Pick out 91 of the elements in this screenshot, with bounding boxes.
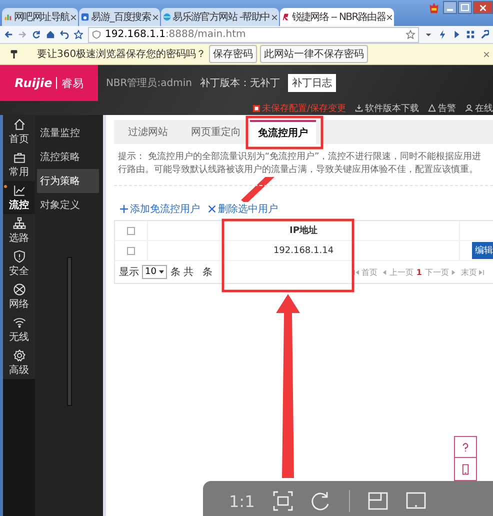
alarm-link[interactable]: 告警 <box>428 102 456 114</box>
column-header: IP地址 <box>288 224 318 238</box>
wrench-icon[interactable] <box>480 30 489 39</box>
back-icon[interactable] <box>4 30 13 39</box>
select-all-checkbox[interactable] <box>127 226 135 234</box>
brand-logo: Ruijie 睿易 <box>0 65 98 101</box>
apps-icon[interactable] <box>466 30 475 39</box>
letter-logo-icon <box>282 13 290 21</box>
nav-item[interactable]: 无线 <box>3 313 35 346</box>
network-icon <box>12 216 26 230</box>
tab[interactable]: 网页重定向 <box>182 120 250 144</box>
scrollbar[interactable] <box>66 257 72 406</box>
window-icon[interactable] <box>368 491 388 511</box>
browser-tab[interactable]: 锐捷网络 -- NBR路由器 <box>280 8 394 26</box>
star-icon[interactable] <box>74 30 83 39</box>
close-icon[interactable] <box>387 14 392 20</box>
browser-tab[interactable]: 易乐游官方网站 -帮助中 <box>160 8 279 26</box>
add-user-link[interactable]: 添加免流控用户 <box>120 202 200 216</box>
maximize-button[interactable] <box>458 1 472 14</box>
edit-button[interactable]: 编辑 <box>472 242 493 259</box>
chart-icon <box>12 184 26 196</box>
page-size-select[interactable]: 10 <box>142 265 168 279</box>
password-button[interactable]: 此网站一律不保存密码 <box>260 45 368 63</box>
table-cell-text: 192.168.1.14 <box>272 244 335 258</box>
close-icon[interactable] <box>484 52 489 56</box>
lightning-icon[interactable] <box>438 30 447 39</box>
close-icon[interactable] <box>272 14 277 20</box>
close-button[interactable] <box>473 1 493 14</box>
tab-title: 易乐游官方网站 -帮助中 <box>172 10 270 24</box>
row-checkbox[interactable] <box>127 246 135 254</box>
bar-chart-icon <box>4 13 12 21</box>
submenu-item[interactable]: 行为策略 <box>37 169 99 193</box>
nav-item[interactable]: 常用 <box>3 148 35 181</box>
shield-icon <box>92 30 101 39</box>
previous-icon <box>382 270 388 274</box>
nav-item[interactable]: 首页 <box>3 115 35 148</box>
wifi-icon <box>12 316 26 328</box>
show-label: 显示 <box>119 266 139 279</box>
minimize-button[interactable] <box>443 1 457 14</box>
nav-item[interactable]: 网络 <box>3 280 35 313</box>
row-count-unit: 条 <box>202 266 213 279</box>
tab[interactable]: 过滤网站 <box>114 120 182 144</box>
bookmark-star-icon[interactable] <box>406 30 415 39</box>
shield-icon <box>12 250 26 262</box>
next-icon <box>451 270 456 274</box>
address-field[interactable]: 192.168.1.1:8888/main.htm <box>88 26 419 42</box>
close-icon <box>480 4 486 10</box>
password-prompt: 要让360极速浏览器保存您的密码吗？ <box>37 48 206 61</box>
key-icon <box>10 48 18 60</box>
refresh-icon[interactable] <box>32 30 41 39</box>
fit-screen-icon[interactable] <box>272 491 293 511</box>
close-icon[interactable] <box>71 14 76 20</box>
nav-item[interactable]: 高级 <box>3 346 35 379</box>
patch-log-button[interactable]: 补丁日志 <box>288 74 336 92</box>
plus-icon <box>120 205 128 213</box>
submenu-item[interactable]: 流量监控 <box>37 121 99 145</box>
online-link[interactable]: 在线 <box>465 102 493 114</box>
user-icon <box>465 104 473 112</box>
delete-user-link[interactable]: 删除选中用户 <box>208 202 278 216</box>
briefcase-icon <box>12 150 26 164</box>
last-page-icon <box>479 270 484 274</box>
admin-label: NBR管理员:admin <box>106 77 192 90</box>
patch-version: 补丁版本：无补丁 <box>200 76 280 90</box>
home-icon[interactable] <box>46 30 55 39</box>
mascot-icon[interactable] <box>428 2 440 14</box>
first-page-icon <box>354 270 360 274</box>
tab-title: 锐捷网络 -- NBR路由器 <box>292 10 386 24</box>
download-link[interactable]: 软件版本下载 <box>355 102 419 114</box>
submenu-item[interactable]: 流控策略 <box>37 145 99 169</box>
cross-icon <box>208 205 216 213</box>
submenu-item[interactable]: 对象定义 <box>37 193 99 217</box>
undo-icon[interactable] <box>60 30 69 39</box>
download-icon <box>355 104 363 112</box>
tab-title: 易游_百度搜索 <box>91 10 151 24</box>
home-icon <box>12 118 26 130</box>
nav-item[interactable]: 流控 <box>3 181 35 214</box>
gear-icon <box>12 348 26 362</box>
tab-title: 网吧网址导航 <box>14 10 70 24</box>
tab[interactable]: 免流控用户 <box>250 120 316 144</box>
row-count-label: 条 共 <box>170 266 194 279</box>
nav-item[interactable]: 选路 <box>3 214 35 247</box>
tablet-icon[interactable] <box>406 491 426 511</box>
rotate-icon[interactable] <box>310 491 331 511</box>
caret-icon <box>159 270 164 274</box>
browser-tab[interactable]: 网吧网址导航 <box>2 8 78 26</box>
password-button[interactable]: 保存密码 <box>209 45 258 63</box>
browser-tab[interactable]: 易游_百度搜索 <box>79 8 160 26</box>
play-icon[interactable] <box>452 30 461 39</box>
close-icon[interactable] <box>152 14 158 20</box>
nav-item[interactable]: 安全 <box>3 247 35 280</box>
page-number[interactable]: 1 <box>416 268 422 276</box>
